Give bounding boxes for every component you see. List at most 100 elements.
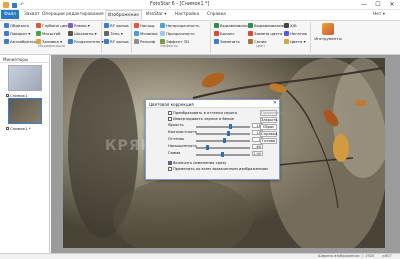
ribbon-separator [101, 22, 102, 53]
negative-button[interactable]: Негатив [284, 30, 307, 37]
rotate-icon [4, 31, 9, 36]
brightness-label: Яркость [168, 123, 184, 127]
minimize-button[interactable]: — [358, 0, 370, 10]
contrast-slider-knob[interactable] [227, 131, 230, 136]
thumbnail-1[interactable] [8, 65, 42, 91]
menu-capture[interactable]: Захват [24, 12, 40, 17]
thumbnails-title: Миниатюры [0, 55, 50, 63]
relief-icon [134, 39, 139, 44]
close-button[interactable]: ✕ [386, 0, 398, 10]
title-bar: ↶ FotoStar 6 - [Снимок1 *] — ☐ ✕ [0, 0, 400, 10]
sepia-icon [248, 39, 253, 44]
color-replace-icon [248, 31, 253, 36]
apply-button[interactable]: Применить [260, 110, 283, 116]
color-depth-icon [36, 23, 41, 28]
saturation-slider-knob[interactable] [206, 145, 209, 150]
menu-settings[interactable]: Настройка [175, 12, 199, 17]
menu-help[interactable]: Справка [207, 12, 226, 17]
maximize-button[interactable]: ☐ [372, 0, 384, 10]
frames-icon [68, 23, 73, 28]
menu-image[interactable]: Изображение [105, 10, 142, 20]
saturation-value[interactable]: -60 [252, 144, 263, 149]
transparency-icon [160, 31, 165, 36]
mosaic-button[interactable]: Мозаика [134, 30, 157, 37]
instruments-button[interactable]: Инструменты [314, 22, 342, 44]
contrast-slider[interactable] [196, 132, 250, 135]
checkbox-box[interactable] [168, 117, 172, 121]
qat-undo-icon[interactable]: ↶ [20, 2, 24, 8]
thumbnail-2-label[interactable]: Снимок1 * [6, 126, 31, 131]
menu-edit-ops[interactable]: Операции редактирования [42, 12, 104, 17]
group-color-label: Цвет [256, 44, 266, 48]
equalize-button[interactable]: Выравнивание [248, 22, 284, 29]
qat-save-icon[interactable] [12, 2, 17, 8]
dialog-title: Цветовая коррекция [146, 100, 279, 108]
opacity-button[interactable]: Непрозрачность [160, 22, 200, 29]
separator-button[interactable]: Разделитель ▾ [68, 38, 104, 45]
brightness-slider-knob[interactable] [229, 124, 232, 129]
gamma-slider-knob[interactable] [221, 152, 224, 157]
status-coordinate: y:607 [382, 254, 392, 258]
checkbox-box[interactable] [168, 161, 172, 165]
checkbox-box[interactable] [168, 167, 172, 171]
bw-button[interactable]: Х/Б [284, 22, 297, 29]
contrast-label: Контрастность [168, 130, 198, 134]
checker-icon [68, 31, 73, 36]
separator-icon [68, 39, 73, 44]
color-replace-button[interactable]: Замена цвета [248, 30, 282, 37]
frames-button[interactable]: Рамки ▾ [68, 22, 90, 29]
checker-button[interactable]: Шахматы ▾ [68, 30, 97, 37]
apply-immediately-checkbox[interactable]: Включить изменения сразу [168, 161, 226, 165]
negative-icon [284, 31, 289, 36]
brightness-slider[interactable] [196, 125, 250, 128]
group-effects-label: Эффекты [160, 44, 178, 48]
levels-button[interactable]: Выравнивание [214, 22, 250, 29]
thumbnails-panel: Миниатюры Снимок1 Снимок1 * [0, 55, 50, 253]
shadow-button[interactable]: Тень ▾ [104, 30, 123, 37]
rf-label-button-2[interactable]: RF ярлык [104, 38, 129, 45]
invert-checkbox[interactable]: Инвертировать черное и белое [168, 117, 234, 121]
ribbon-separator [210, 22, 211, 53]
rf-icon [104, 39, 109, 44]
thumbnail-2[interactable] [8, 98, 42, 124]
relief-button[interactable]: Рельеф [134, 38, 155, 45]
hue-slider-knob[interactable] [223, 138, 226, 143]
done-button[interactable]: Готово [260, 138, 277, 144]
colors-icon [284, 39, 289, 44]
color-depth-button[interactable]: Глубина цвета [36, 22, 72, 29]
bw-icon [284, 23, 289, 28]
apply-all-checkbox[interactable]: Применить ко всем захваченным изображени… [168, 167, 268, 171]
balance-button[interactable]: Баланс [214, 30, 235, 37]
shadow-icon [104, 31, 109, 36]
saturation-button[interactable]: Насыщ. [134, 22, 155, 29]
rf-icon [104, 23, 109, 28]
reset-button[interactable]: Сброс [260, 124, 277, 130]
scale-icon [36, 31, 41, 36]
transparency-button[interactable]: Прозрачность [160, 30, 195, 37]
gamma-value[interactable]: 1.00 [252, 151, 263, 156]
rf-label-button[interactable]: RF ярлык [104, 22, 129, 29]
saturation-slider[interactable] [196, 146, 250, 149]
help-button[interactable]: Справка [260, 131, 277, 137]
saturation-label: Насыщенность [168, 144, 198, 148]
status-image-width: Ширина изображения: ○ 1920 [318, 254, 375, 258]
crop-button[interactable]: Обрезать [4, 22, 29, 29]
scale-button[interactable]: Масштаб [36, 30, 61, 37]
checkbox-box[interactable] [168, 111, 172, 115]
replace-button[interactable]: Заменить [214, 38, 240, 45]
autocrop-button[interactable]: Автообрезка [4, 38, 36, 45]
menu-file[interactable]: Файл [1, 10, 19, 19]
thumbnail-2-checkbox[interactable] [6, 127, 9, 130]
group-modification-label: Модификация [38, 44, 65, 48]
levels-icon [214, 23, 219, 28]
rotate-button[interactable]: Поворот ▾ [4, 30, 30, 37]
menu-izostar[interactable]: ИзоStar ▾ [146, 12, 166, 17]
autocrop-icon [4, 39, 9, 44]
dialog-close-text-button[interactable]: Закрыть [260, 117, 277, 123]
menu-profile[interactable]: Нет ▾ [373, 12, 385, 17]
dialog-close-button[interactable]: ✕ [273, 100, 277, 106]
grayscale-checkbox[interactable]: Преобразовать в оттенки серого [168, 111, 237, 115]
menu-bar: Файл Захват Операции редактирования Изоб… [0, 10, 400, 20]
colors-button[interactable]: Цвета ▾ [284, 38, 306, 45]
thumbnail-1-checkbox[interactable] [6, 94, 9, 97]
